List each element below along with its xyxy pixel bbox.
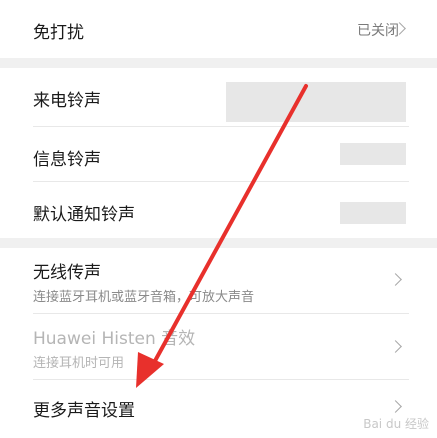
histen-row[interactable]: Huawei Histen 音效 连接耳机时可用	[0, 314, 437, 378]
dnd-title: 免打扰	[33, 23, 84, 43]
ringtone-title-message: 信息铃声	[33, 150, 101, 170]
ringtone-value-blurred	[340, 143, 406, 165]
ringtone-row-message[interactable]: 信息铃声	[0, 127, 437, 181]
chevron-right-icon	[389, 273, 402, 286]
ringtone-value-blurred	[226, 82, 406, 122]
ringtone-row-notification[interactable]: 默认通知铃声	[0, 182, 437, 238]
wireless-sound-subtitle: 连接蓝牙耳机或蓝牙音箱，可放大声音	[33, 290, 255, 305]
ringtone-title-notification: 默认通知铃声	[33, 205, 135, 225]
ringtone-card: 来电铃声 信息铃声 默认通知铃声	[0, 68, 437, 238]
ringtone-value-blurred	[340, 202, 406, 224]
sound-options-card: 无线传声 连接蓝牙耳机或蓝牙音箱，可放大声音 Huawei Histen 音效 …	[0, 248, 437, 438]
ringtone-title-incoming: 来电铃声	[33, 91, 101, 111]
ringtone-row-incoming[interactable]: 来电铃声	[0, 68, 437, 126]
more-sound-title: 更多声音设置	[33, 401, 135, 421]
dnd-row[interactable]: 免打扰 已关闭	[0, 0, 437, 58]
dnd-status: 已关闭	[357, 23, 399, 39]
histen-title: Huawei Histen 音效	[33, 329, 196, 349]
histen-subtitle: 连接耳机时可用	[33, 356, 125, 371]
wireless-sound-row[interactable]: 无线传声 连接蓝牙耳机或蓝牙音箱，可放大声音	[0, 248, 437, 312]
chevron-right-icon	[389, 340, 402, 353]
chevron-right-icon	[389, 400, 402, 413]
dnd-card: 免打扰 已关闭	[0, 0, 437, 58]
wireless-sound-title: 无线传声	[33, 263, 101, 283]
watermark: Bai du 经验	[363, 417, 429, 431]
